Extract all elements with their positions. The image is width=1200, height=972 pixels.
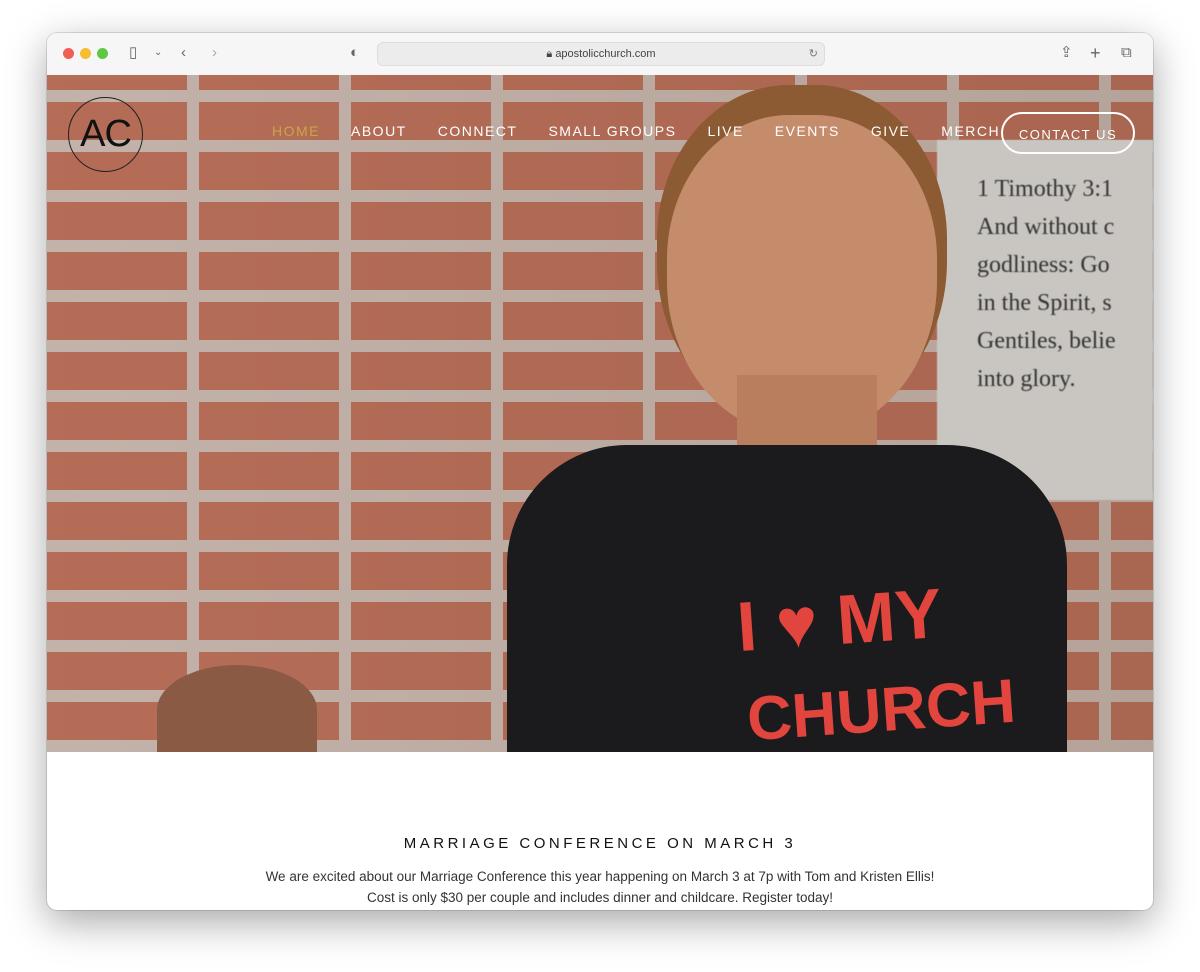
nav-small-groups[interactable]: SMALL GROUPS xyxy=(548,123,676,139)
announcement-section: MARRIAGE CONFERENCE ON MARCH 3 We are ex… xyxy=(47,753,1153,908)
main-nav: HOME ABOUT CONNECT SMALL GROUPS LIVE EVE… xyxy=(272,123,1031,139)
nav-live[interactable]: LIVE xyxy=(707,123,743,139)
announcement-line-1: We are excited about our Marriage Confer… xyxy=(265,869,935,884)
new-tab-icon[interactable]: + xyxy=(1090,43,1101,63)
nav-merch[interactable]: MERCH xyxy=(941,123,1000,139)
shirt-text-line1: I ♥ MY xyxy=(734,573,945,667)
nav-events[interactable]: EVENTS xyxy=(775,123,840,139)
close-window-button[interactable] xyxy=(63,48,74,59)
reload-icon[interactable]: ↻ xyxy=(809,43,818,65)
announcement-title: MARRIAGE CONFERENCE ON MARCH 3 xyxy=(403,835,797,852)
sidebar-icon[interactable]: ▯ xyxy=(129,43,137,63)
chevron-down-icon[interactable]: ⌄ xyxy=(154,43,162,63)
browser-window: ▯ ⌄ ‹ › ◐ 🔒︎ apostolicchurch.com ↻ ⇪ + ⧉… xyxy=(47,33,1153,910)
hero-image: 1 Timothy 3:1 And without c godliness: G… xyxy=(47,75,1153,752)
shield-icon[interactable]: ◐ xyxy=(350,43,359,63)
minimize-window-button[interactable] xyxy=(80,48,91,59)
announcement-body: We are excited about our Marriage Confer… xyxy=(47,866,1153,908)
url-text: apostolicchurch.com xyxy=(555,48,656,60)
address-bar[interactable]: 🔒︎ apostolicchurch.com ↻ xyxy=(377,42,825,66)
nav-about[interactable]: ABOUT xyxy=(351,123,407,139)
hand xyxy=(157,665,317,752)
nav-home[interactable]: HOME xyxy=(272,123,320,139)
back-icon[interactable]: ‹ xyxy=(181,43,186,63)
share-icon[interactable]: ⇪ xyxy=(1060,43,1073,63)
browser-toolbar: ▯ ⌄ ‹ › ◐ 🔒︎ apostolicchurch.com ↻ ⇪ + ⧉ xyxy=(47,33,1153,76)
nav-connect[interactable]: CONNECT xyxy=(438,123,518,139)
lock-icon: 🔒︎ xyxy=(546,48,553,60)
site-logo[interactable]: AC xyxy=(68,97,143,172)
forward-icon[interactable]: › xyxy=(212,43,217,63)
tabs-overview-icon[interactable]: ⧉ xyxy=(1121,43,1132,63)
announcement-line-2: Cost is only $30 per couple and includes… xyxy=(366,890,834,905)
nav-give[interactable]: GIVE xyxy=(871,123,910,139)
contact-us-button[interactable]: CONTACT US xyxy=(1001,112,1135,154)
maximize-window-button[interactable] xyxy=(97,48,108,59)
scripture-plaque: 1 Timothy 3:1 And without c godliness: G… xyxy=(937,140,1153,500)
